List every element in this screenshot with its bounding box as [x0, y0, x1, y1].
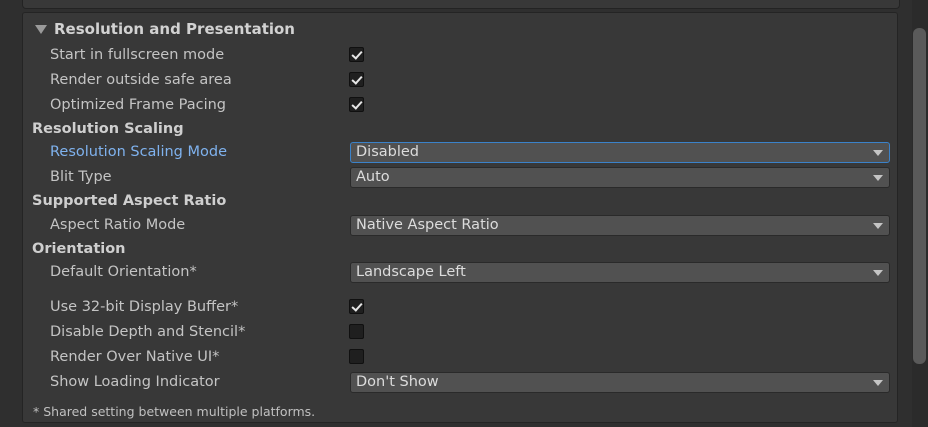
scaling-mode-value: Disabled: [356, 144, 419, 160]
depth-stencil-checkbox[interactable]: [349, 324, 364, 339]
aspect-mode-label: Aspect Ratio Mode: [50, 217, 186, 233]
player-settings-inspector: Resolution and Presentation Start in ful…: [0, 0, 928, 427]
aspect-mode-value: Native Aspect Ratio: [356, 217, 499, 233]
blit-type-value: Auto: [356, 169, 390, 185]
loading-indicator-value: Don't Show: [356, 374, 439, 390]
dropdown-arrow-icon: [873, 270, 883, 276]
scaling-mode-label: Resolution Scaling Mode: [50, 144, 228, 160]
native-ui-checkbox[interactable]: [349, 349, 364, 364]
triangle-down-icon[interactable]: [35, 25, 47, 34]
loading-indicator-dropdown[interactable]: Don't Show: [350, 372, 890, 393]
frame-pacing-row: Optimized Frame Pacing: [23, 94, 897, 116]
section-title: Resolution and Presentation: [54, 20, 295, 38]
dropdown-arrow-icon: [873, 223, 883, 229]
scaling-mode-row: Resolution Scaling Mode Disabled: [23, 141, 897, 163]
dropdown-arrow-icon: [873, 175, 883, 181]
display-buffer-label: Use 32-bit Display Buffer*: [50, 299, 239, 315]
orientation-value: Landscape Left: [356, 264, 466, 280]
fullscreen-checkbox[interactable]: [349, 47, 364, 62]
scaling-mode-dropdown[interactable]: Disabled: [350, 142, 890, 163]
frame-pacing-label: Optimized Frame Pacing: [50, 97, 226, 113]
display-buffer-row: Use 32-bit Display Buffer*: [23, 296, 897, 318]
depth-stencil-row: Disable Depth and Stencil*: [23, 321, 897, 343]
previous-section-edge: [22, 0, 900, 9]
resolution-presentation-panel: Resolution and Presentation Start in ful…: [22, 12, 898, 423]
blit-type-label: Blit Type: [50, 169, 112, 185]
aspect-ratio-header: Supported Aspect Ratio: [32, 193, 227, 209]
aspect-mode-dropdown[interactable]: Native Aspect Ratio: [350, 215, 890, 236]
safe-area-checkbox[interactable]: [349, 72, 364, 87]
shared-setting-footnote: * Shared setting between multiple platfo…: [33, 404, 316, 419]
dropdown-arrow-icon: [873, 150, 883, 156]
aspect-mode-row: Aspect Ratio Mode Native Aspect Ratio: [23, 214, 897, 236]
native-ui-label: Render Over Native UI*: [50, 349, 220, 365]
fullscreen-label: Start in fullscreen mode: [50, 47, 225, 63]
scrollbar-thumb[interactable]: [913, 28, 926, 364]
orientation-header: Orientation: [32, 241, 126, 257]
dropdown-arrow-icon: [873, 380, 883, 386]
fullscreen-row: Start in fullscreen mode: [23, 44, 897, 66]
loading-indicator-label: Show Loading Indicator: [50, 374, 220, 390]
orientation-label: Default Orientation*: [50, 264, 197, 280]
depth-stencil-label: Disable Depth and Stencil*: [50, 324, 246, 340]
section-foldout[interactable]: Resolution and Presentation: [35, 18, 295, 40]
loading-indicator-row: Show Loading Indicator Don't Show: [23, 371, 897, 393]
frame-pacing-checkbox[interactable]: [349, 97, 364, 112]
orientation-row: Default Orientation* Landscape Left: [23, 261, 897, 283]
safe-area-row: Render outside safe area: [23, 69, 897, 91]
display-buffer-checkbox[interactable]: [349, 299, 364, 314]
blit-type-dropdown[interactable]: Auto: [350, 167, 890, 188]
blit-type-row: Blit Type Auto: [23, 166, 897, 188]
safe-area-label: Render outside safe area: [50, 72, 232, 88]
native-ui-row: Render Over Native UI*: [23, 346, 897, 368]
resolution-scaling-header: Resolution Scaling: [32, 121, 184, 137]
orientation-dropdown[interactable]: Landscape Left: [350, 262, 890, 283]
